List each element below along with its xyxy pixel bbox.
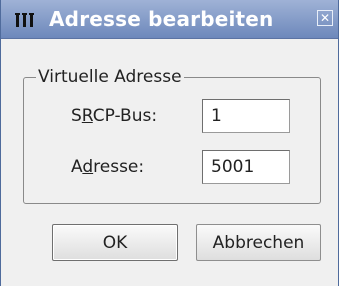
dialog-body: Virtuelle Adresse SRCP-Bus: Adresse: OK … — [1, 39, 338, 286]
address-label-pre: A — [71, 157, 82, 177]
address-label-post: resse: — [93, 157, 144, 177]
close-button[interactable]: ✕ — [317, 10, 333, 26]
cancel-button[interactable]: Abbrechen — [196, 224, 321, 261]
srcp-bus-label-pre: S — [71, 106, 82, 126]
srcp-bus-label: SRCP-Bus: — [71, 106, 157, 126]
srcp-bus-label-post: CP-Bus: — [93, 106, 157, 126]
group-legend: Virtuelle Adresse — [36, 67, 184, 87]
close-icon: ✕ — [320, 12, 330, 24]
address-label: Adresse: — [71, 157, 144, 177]
ok-button[interactable]: OK — [52, 224, 178, 261]
dialog-window: Adresse bearbeiten ✕ Virtuelle Adresse S… — [0, 0, 339, 286]
srcp-bus-input[interactable] — [202, 99, 290, 133]
address-input[interactable] — [202, 150, 290, 184]
window-title: Adresse bearbeiten — [49, 7, 274, 31]
virtual-address-group: Virtuelle Adresse — [23, 77, 321, 204]
title-bar[interactable]: Adresse bearbeiten ✕ — [1, 0, 338, 39]
srcp-bus-label-mnemonic: R — [82, 106, 93, 126]
app-menu-icon[interactable] — [15, 12, 35, 28]
address-label-mnemonic: d — [82, 157, 93, 177]
